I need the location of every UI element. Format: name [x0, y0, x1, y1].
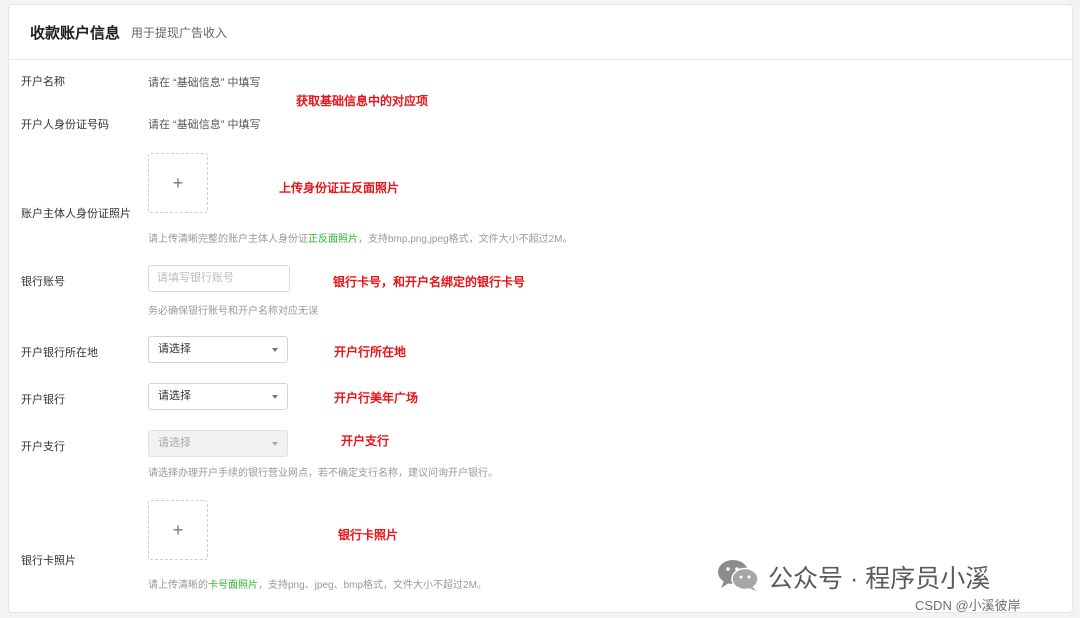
plus-icon: +	[172, 520, 184, 540]
annotation-branch: 开户支行	[341, 434, 390, 448]
card-header: 收款账户信息 用于提现广告收入	[9, 5, 1072, 60]
annotation-bank-account: 银行卡号，和开户名绑定的银行卡号	[333, 275, 526, 289]
csdn-credit: CSDN @小溪彼岸	[915, 598, 1021, 613]
id-number-label: 开户人身份证号码	[21, 119, 109, 131]
bank-select[interactable]: 请选择	[148, 383, 288, 410]
id-photo-upload[interactable]: +	[148, 153, 208, 213]
branch-select[interactable]: 请选择	[148, 430, 288, 457]
page-title: 收款账户信息	[30, 25, 121, 42]
bank-location-select[interactable]: 请选择	[148, 336, 288, 363]
branch-label: 开户支行	[21, 441, 65, 453]
hint-highlight: 卡号面照片	[208, 580, 258, 591]
bank-location-label: 开户银行所在地	[21, 347, 98, 359]
caret-down-icon	[272, 348, 278, 352]
card-photo-hint: 请上传清晰的卡号面照片，支持png、jpeg、bmp格式，文件大小不超过2M。	[148, 580, 487, 591]
id-photo-hint: 请上传清晰完整的账户主体人身份证正反面照片，支持bmp,png,jpeg格式，文…	[148, 234, 573, 245]
plus-icon: +	[172, 173, 184, 193]
bank-account-input[interactable]: 请填写银行账号	[148, 265, 290, 292]
annotation-basic-info: 获取基础信息中的对应项	[296, 94, 429, 108]
annotation-id-photo: 上传身份证正反面照片	[279, 181, 400, 195]
id-photo-label: 账户主体人身份证照片	[21, 208, 131, 220]
id-number-value: 请在 “基础信息” 中填写	[148, 119, 261, 131]
branch-selected: 请选择	[158, 437, 191, 449]
bank-selected: 请选择	[158, 390, 191, 402]
page-subtitle: 用于提现广告收入	[131, 26, 228, 40]
annotation-card-photo: 银行卡照片	[338, 528, 399, 542]
caret-down-icon	[272, 442, 278, 446]
bank-label: 开户银行	[21, 394, 65, 406]
annotation-bank-location: 开户行所在地	[334, 345, 407, 359]
caret-down-icon	[272, 395, 278, 399]
card-photo-label: 银行卡照片	[21, 555, 76, 567]
wechat-icon	[718, 560, 759, 591]
branch-hint: 请选择办理开户手续的银行营业网点，若不确定支行名称，建议问询开户银行。	[148, 468, 498, 479]
bank-location-selected: 请选择	[158, 343, 191, 355]
account-name-label: 开户名称	[21, 76, 65, 88]
watermark-text: 公众号 · 程序员小溪	[768, 565, 991, 593]
card-photo-upload[interactable]: +	[148, 500, 208, 560]
hint-highlight: 正反面照片	[308, 234, 358, 245]
account-name-value: 请在 “基础信息” 中填写	[148, 77, 261, 89]
bank-account-hint: 务必确保银行账号和开户名称对应无误	[148, 306, 318, 317]
annotation-bank: 开户行美年广场	[334, 391, 419, 405]
bank-account-label: 银行账号	[21, 276, 65, 288]
